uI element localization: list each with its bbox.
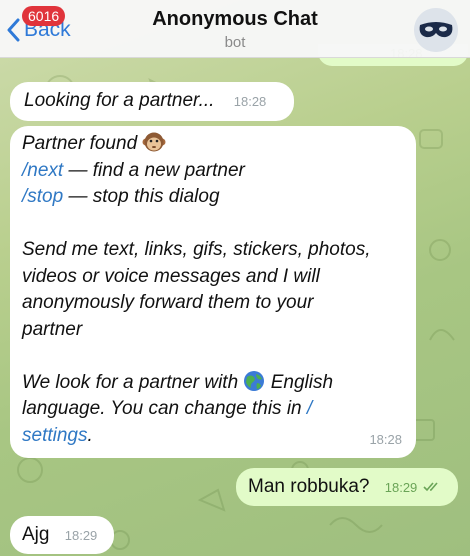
message-text: Man robbuka? [248,476,370,497]
message-text: . [87,424,93,446]
message-reply: Ajg 18:29 [10,516,114,554]
bot-avatar[interactable] [414,8,458,52]
message-text: Partner found [22,133,138,154]
message-time: 18:29 [64,528,98,543]
monkey-emoji [142,132,166,152]
message-time: 18:29 [384,480,418,495]
message-text: — find a new partner [63,159,245,181]
settings-command-link[interactable]: settings [22,425,87,446]
message-text: — stop this dialog [63,186,220,207]
double-check-icon [423,482,438,492]
message-text: Send me text, links, gifs, stickers, pho… [22,239,371,260]
mask-icon [414,8,458,52]
message-looking: Looking for a partner... 18:28 [10,82,294,121]
message-time: 18:28 [369,431,402,447]
message-text: videos or voice messages and I will [22,265,320,287]
chat-header: Back 6016 Anonymous Chat bot [0,0,470,58]
message-partner-found: Partner found /next — find a new partner… [10,126,416,458]
stop-command-link[interactable]: /stop [22,186,63,207]
settings-command-link[interactable]: / [307,398,312,419]
message-outgoing: Man robbuka? 18:29 [236,468,458,506]
message-text: language. You can change this in [22,398,307,419]
message-text: anonymously forward them to your [22,292,314,313]
globe-emoji [244,370,265,391]
message-text: We look for a partner with [22,371,244,393]
chat-subtitle: bot [224,34,246,51]
message-text: English [265,371,334,393]
message-text: Ajg [22,524,50,545]
message-text: partner [22,318,83,340]
chat-title[interactable]: Anonymous Chat [0,8,470,31]
next-command-link[interactable]: /next [22,160,63,181]
unread-badge: 6016 [22,6,66,26]
message-text: Looking for a partner... [24,90,215,111]
message-time: 18:28 [233,94,267,109]
